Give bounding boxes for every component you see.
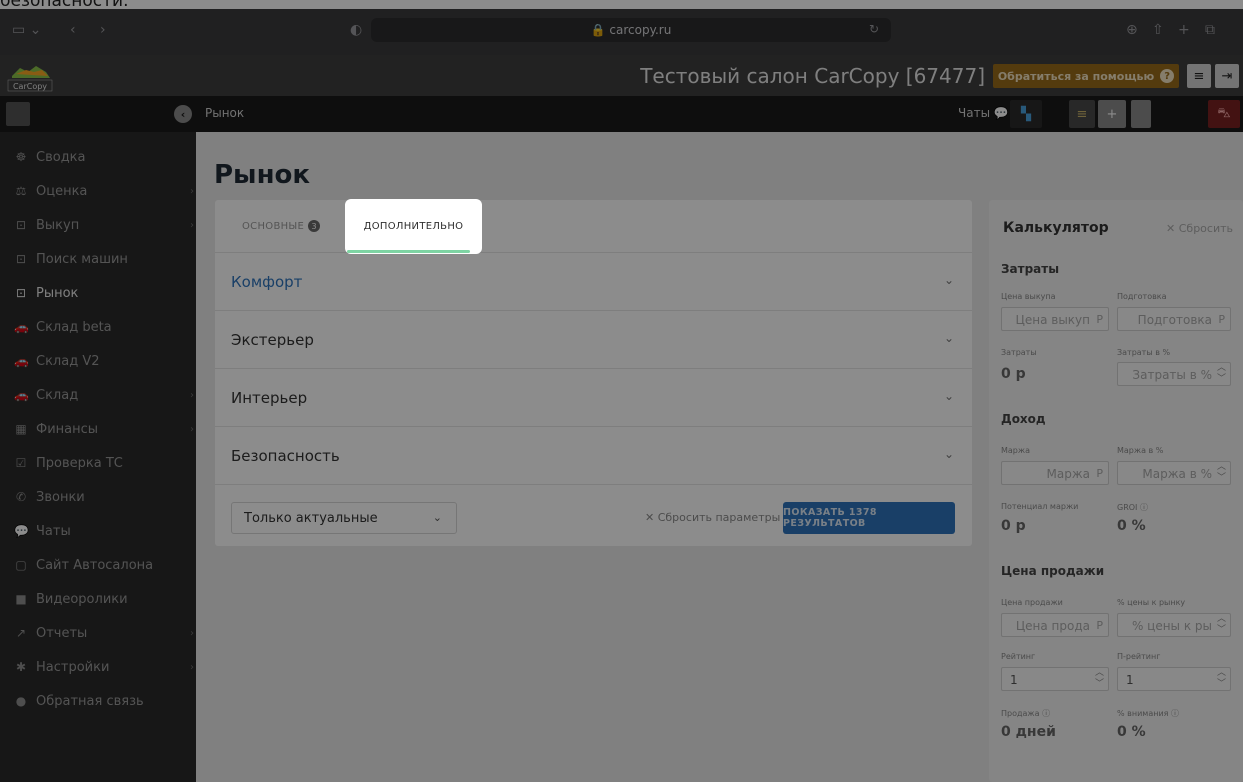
tab-additional[interactable]: ДОПОЛНИТЕЛЬНО	[345, 199, 482, 254]
active-tab-underline	[347, 250, 470, 253]
tour-overlay	[0, 0, 1243, 782]
app-root: безопасности. ▭ ⌄ ‹ › ◐ 🔒 carcopy.ru ↻ ⊕…	[0, 0, 1243, 782]
tab-additional-label: ДОПОЛНИТЕЛЬНО	[363, 221, 464, 232]
